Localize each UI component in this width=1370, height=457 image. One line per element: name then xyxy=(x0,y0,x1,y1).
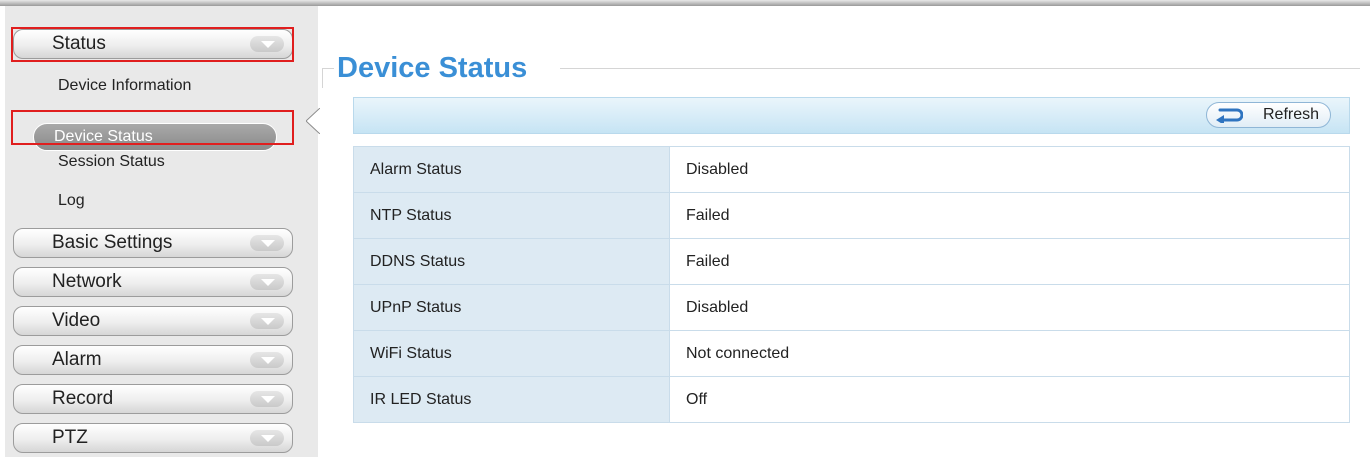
table-row: NTP Status Failed xyxy=(353,192,1350,239)
status-value: Disabled xyxy=(669,146,1350,193)
toolbar xyxy=(353,97,1350,134)
submenu-log[interactable]: Log xyxy=(13,186,293,216)
status-value: Off xyxy=(669,376,1350,423)
status-table: Alarm Status Disabled NTP Status Failed … xyxy=(353,146,1350,423)
menu-alarm-label: Alarm xyxy=(52,349,102,370)
chevron-down-icon xyxy=(250,352,284,368)
fieldset-border xyxy=(560,68,1360,69)
menu-network-label: Network xyxy=(52,271,122,292)
menu-basic-settings-label: Basic Settings xyxy=(52,232,173,253)
submenu-device-information[interactable]: Device Information xyxy=(13,71,293,101)
device-status-highlight-box xyxy=(11,110,294,145)
status-value: Disabled xyxy=(669,284,1350,331)
refresh-icon xyxy=(1215,107,1244,125)
fieldset-border xyxy=(322,68,334,69)
submenu-session-status[interactable]: Session Status xyxy=(13,147,293,177)
status-value: Not connected xyxy=(669,330,1350,377)
table-row: Alarm Status Disabled xyxy=(353,146,1350,193)
refresh-label: Refresh xyxy=(1263,106,1320,123)
menu-video-label: Video xyxy=(52,310,101,331)
menu-video[interactable]: Video xyxy=(13,306,293,336)
chevron-down-icon xyxy=(250,274,284,290)
chevron-down-icon xyxy=(250,235,284,251)
status-label: UPnP Status xyxy=(353,284,670,331)
status-value: Failed xyxy=(669,192,1350,239)
status-highlight-box xyxy=(11,27,294,62)
menu-network[interactable]: Network xyxy=(13,267,293,297)
status-label: DDNS Status xyxy=(353,238,670,285)
menu-alarm[interactable]: Alarm xyxy=(13,345,293,375)
sidebar: Status Device Information Device Status … xyxy=(5,6,318,457)
chevron-down-icon xyxy=(250,313,284,329)
chevron-down-icon xyxy=(250,391,284,407)
status-label: Alarm Status xyxy=(353,146,670,193)
table-row: IR LED Status Off xyxy=(353,376,1350,423)
menu-ptz-label: PTZ xyxy=(52,427,88,448)
menu-record[interactable]: Record xyxy=(13,384,293,414)
status-label: NTP Status xyxy=(353,192,670,239)
menu-record-label: Record xyxy=(52,388,114,409)
page-title: Device Status xyxy=(337,52,528,84)
status-value: Failed xyxy=(669,238,1350,285)
menu-basic-settings[interactable]: Basic Settings xyxy=(13,228,293,258)
menu-ptz[interactable]: PTZ xyxy=(13,423,293,453)
table-row: UPnP Status Disabled xyxy=(353,284,1350,331)
active-pointer-icon xyxy=(306,108,320,134)
status-label: IR LED Status xyxy=(353,376,670,423)
table-row: DDNS Status Failed xyxy=(353,238,1350,285)
status-label: WiFi Status xyxy=(353,330,670,377)
fieldset-border xyxy=(322,68,323,88)
refresh-button[interactable]: Refresh xyxy=(1206,102,1331,128)
chevron-down-icon xyxy=(250,430,284,446)
table-row: WiFi Status Not connected xyxy=(353,330,1350,377)
